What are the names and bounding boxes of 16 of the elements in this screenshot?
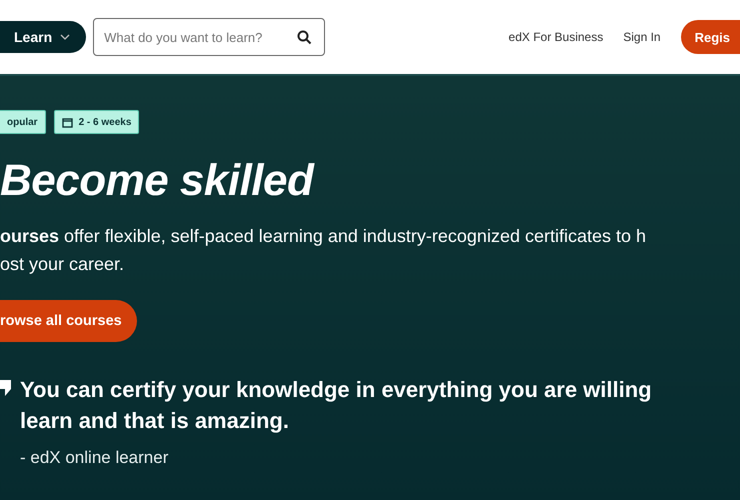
- browse-courses-button[interactable]: rowse all courses: [0, 300, 137, 342]
- hero-description: ourses offer flexible, self-paced learning and industry-recognized certificates to h ost your career.: [0, 225, 648, 276]
- hero-title: Become skilled: [0, 156, 316, 206]
- search-field[interactable]: What do you want to learn?: [93, 18, 326, 56]
- chevron-icon: [60, 34, 70, 40]
- learn-menu-button[interactable]: Learn: [0, 21, 86, 53]
- search-icon[interactable]: [297, 30, 312, 45]
- nav-link[interactable]: edX For Business: [508, 30, 604, 44]
- tag-badge: opular: [0, 110, 46, 134]
- calendar-icon: [62, 116, 73, 128]
- nav-link[interactable]: Sign In: [623, 30, 661, 44]
- quote-icon: [0, 380, 12, 396]
- testimonial-quote: You can certify your knowledge in everything you are willing learn and that is amazing.: [20, 376, 652, 435]
- tag-badge: 2 - 6 weeks: [54, 110, 140, 134]
- register-button[interactable]: Regis: [680, 20, 740, 54]
- quote-attribution: - edX online learner: [20, 448, 170, 468]
